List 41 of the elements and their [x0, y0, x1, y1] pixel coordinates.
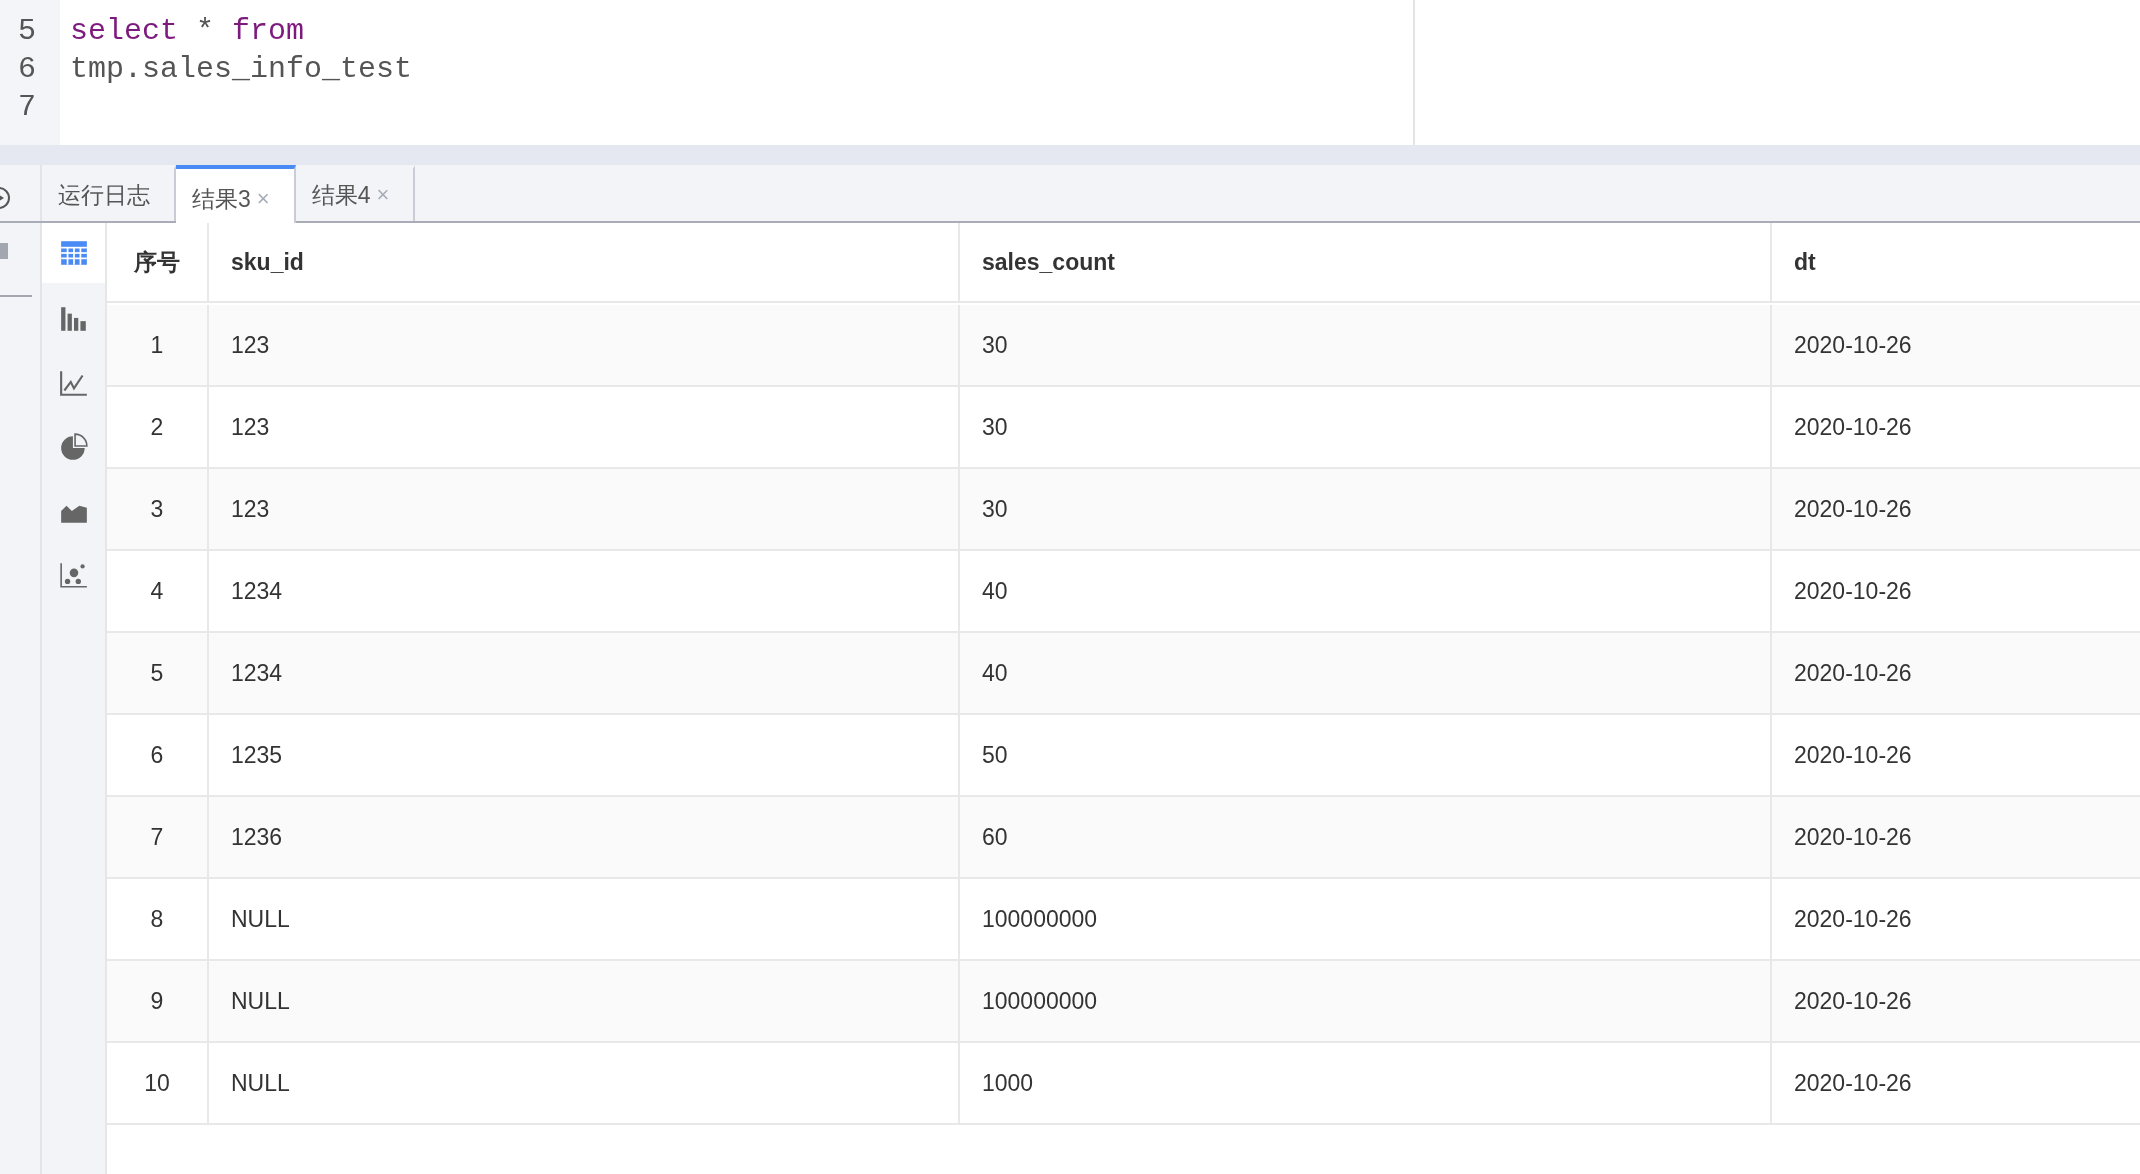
table-cell: 123 [209, 469, 960, 551]
row-number: 10 [107, 1043, 209, 1125]
line-number: 5 [17, 13, 37, 50]
table-view-button[interactable] [42, 223, 105, 283]
table-cell: 123 [209, 305, 960, 387]
line-chart-icon [58, 368, 89, 398]
row-number: 7 [107, 797, 209, 879]
row-number: 3 [107, 469, 209, 551]
table-cell: 60 [960, 797, 1772, 879]
scatter-chart-icon [58, 560, 89, 590]
result-tab[interactable]: 结果3 × [176, 165, 296, 223]
table-cell: NULL [209, 961, 960, 1043]
table-cell: 1236 [209, 797, 960, 879]
table-cell: 1000 [960, 1043, 1772, 1125]
table-cell: 100000000 [960, 961, 1772, 1043]
side-panel-block [0, 243, 8, 259]
table-cell: 2020-10-26 [1772, 305, 2140, 387]
row-number: 9 [107, 961, 209, 1043]
table-cell: 40 [960, 633, 1772, 715]
table-cell: 1234 [209, 633, 960, 715]
bar-chart-icon [58, 304, 89, 334]
table-cell: 2020-10-26 [1772, 1043, 2140, 1125]
table-cell: 2020-10-26 [1772, 797, 2140, 879]
table-cell: 30 [960, 469, 1772, 551]
line-number: 7 [17, 89, 37, 126]
code-line: select * from [70, 13, 305, 50]
column-header[interactable]: sku_id [209, 223, 960, 303]
table-cell: 30 [960, 305, 1772, 387]
column-header[interactable]: dt [1772, 223, 2140, 303]
pie-chart-icon [58, 432, 89, 462]
table-cell: 2020-10-26 [1772, 633, 2140, 715]
row-number: 5 [107, 633, 209, 715]
table-cell: NULL [209, 1043, 960, 1125]
line-number: 6 [17, 51, 37, 88]
column-header[interactable]: sales_count [960, 223, 1772, 303]
table-cell: 2020-10-26 [1772, 469, 2140, 551]
column-header[interactable]: 序号 [107, 223, 209, 303]
table-cell: 2020-10-26 [1772, 961, 2140, 1043]
code-line: tmp.sales_info_test [70, 51, 413, 88]
row-number: 1 [107, 305, 209, 387]
table-icon [58, 238, 89, 268]
